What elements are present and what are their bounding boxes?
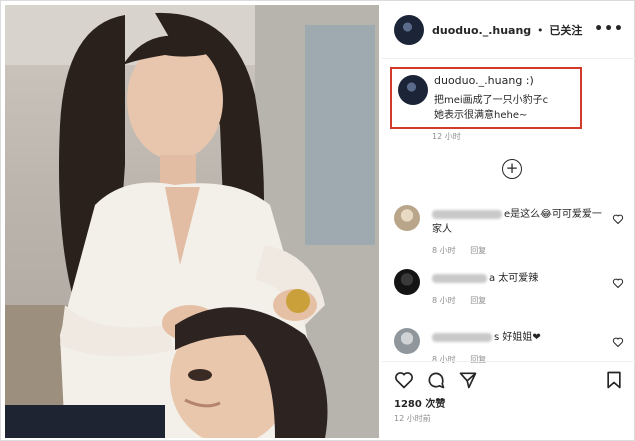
instagram-post: duoduo._.huang • 已关注 ••• duoduo._.huang … [0, 0, 635, 441]
comment-icon[interactable] [426, 370, 446, 390]
post-photo[interactable] [5, 5, 379, 438]
caption-line-1: 把mei画成了一只小豹子c [434, 95, 549, 106]
heart-icon[interactable] [612, 213, 624, 225]
comment-meta: 8 小时 回复 [432, 245, 498, 256]
more-horizontal-icon[interactable]: ••• [594, 21, 624, 37]
comment-text: a 太可爱辣 [432, 271, 602, 286]
comment-body: s 好姐姐❤ [494, 332, 541, 343]
commenter-avatar[interactable] [394, 328, 420, 354]
comment-time: 8 小时 [432, 246, 456, 255]
heart-icon[interactable] [612, 277, 624, 289]
photo-illustration [5, 5, 379, 438]
author-avatar[interactable] [394, 15, 424, 45]
post-header: duoduo._.huang • 已关注 ••• [382, 1, 635, 59]
author-username[interactable]: duoduo._.huang [432, 24, 531, 37]
caption-line-2: 她表示很满意hehe~ [434, 110, 528, 121]
caption-time: 12 小时 [432, 132, 461, 141]
caption-author[interactable]: duoduo._.huang :) [434, 74, 534, 87]
caption-avatar[interactable] [398, 75, 428, 105]
plus-circle-icon[interactable]: + [502, 159, 522, 179]
heart-icon[interactable] [612, 336, 624, 348]
comment-item: a 太可爱辣 8 小时 回复 [382, 269, 635, 319]
action-bar [382, 361, 635, 395]
follow-status-button[interactable]: 已关注 [549, 24, 582, 37]
reply-button[interactable]: 回复 [470, 246, 486, 255]
comment-item: e是这么😂可可爱爱一家人 8 小时 回复 [382, 205, 635, 255]
heart-icon[interactable] [394, 370, 414, 390]
blurred-username [432, 273, 487, 283]
caption-highlight-box: duoduo._.huang :) 把mei画成了一只小豹子c 她表示很满意he… [390, 67, 582, 129]
comment-time: 8 小时 [432, 296, 456, 305]
author-line: duoduo._.huang • 已关注 [432, 22, 582, 38]
commenter-avatar[interactable] [394, 269, 420, 295]
comment-meta: 8 小时 回复 [432, 295, 498, 306]
post-sidebar: duoduo._.huang • 已关注 ••• duoduo._.huang … [382, 1, 635, 441]
commenter-avatar[interactable] [394, 205, 420, 231]
post-timestamp: 12 小时前 [394, 414, 431, 423]
comment-body: a 太可爱辣 [489, 273, 539, 284]
bookmark-icon[interactable] [604, 370, 624, 390]
blurred-username [432, 332, 492, 342]
share-icon[interactable] [458, 370, 478, 390]
comment-text: s 好姐姐❤ [432, 330, 602, 345]
reply-button[interactable]: 回复 [470, 296, 486, 305]
separator-dot: • [537, 24, 544, 37]
comment-text: e是这么😂可可爱爱一家人 [432, 207, 602, 237]
blurred-username [432, 209, 502, 219]
likes-count[interactable]: 1280 次赞 [394, 395, 445, 410]
